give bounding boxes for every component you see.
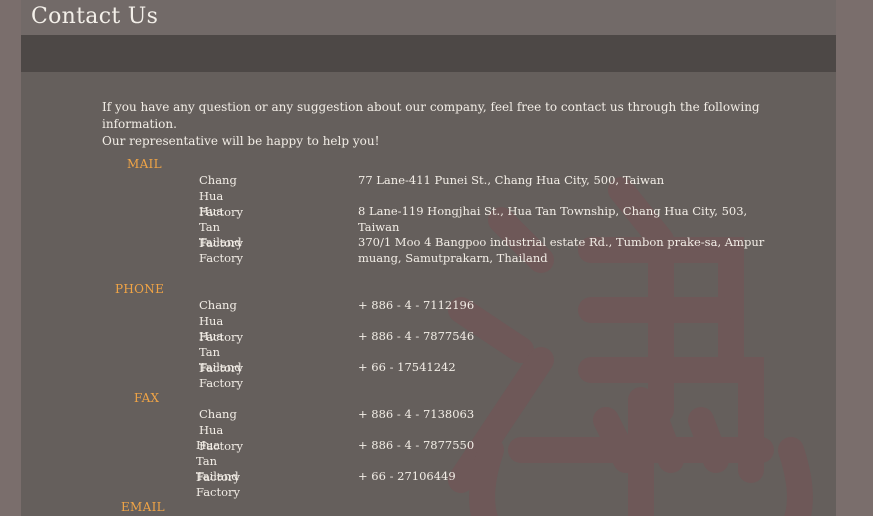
mail-value: 77 Lane-411 Punei St., Chang Hua City, 5…	[358, 173, 665, 187]
content-panel: Contact Us If you have any question or a…	[21, 0, 836, 516]
fax-heading: FAX	[134, 391, 160, 405]
intro-text: If you have any question or any suggesti…	[102, 99, 792, 150]
fax-value: + 886 - 4 - 7877550	[358, 438, 475, 452]
fax-label: Tailand Factory	[196, 469, 241, 499]
mail-heading: MAIL	[127, 157, 162, 171]
intro-line-2: Our representative will be happy to help…	[102, 134, 380, 148]
mail-value: 370/1 Moo 4 Bangpoo industrial estate Rd…	[358, 235, 765, 265]
phone-value: + 886 - 4 - 7112196	[358, 298, 475, 312]
intro-line-1: If you have any question or any suggesti…	[102, 100, 760, 131]
mail-label: Tailand Factory	[199, 235, 244, 265]
email-heading: EMAIL	[121, 500, 165, 514]
page-title: Contact Us	[31, 4, 159, 29]
fax-value: + 66 - 27106449	[358, 469, 456, 483]
mail-value: 8 Lane-119 Hongjhai St., Hua Tan Townshi…	[358, 204, 748, 234]
phone-heading: PHONE	[115, 282, 165, 296]
header-band	[21, 35, 836, 72]
phone-value: + 66 - 17541242	[358, 360, 456, 374]
fax-value: + 886 - 4 - 7138063	[358, 407, 475, 421]
page-header: Contact Us	[21, 0, 836, 35]
phone-value: + 886 - 4 - 7877546	[358, 329, 475, 343]
phone-label: Tailand Factory	[199, 360, 244, 390]
